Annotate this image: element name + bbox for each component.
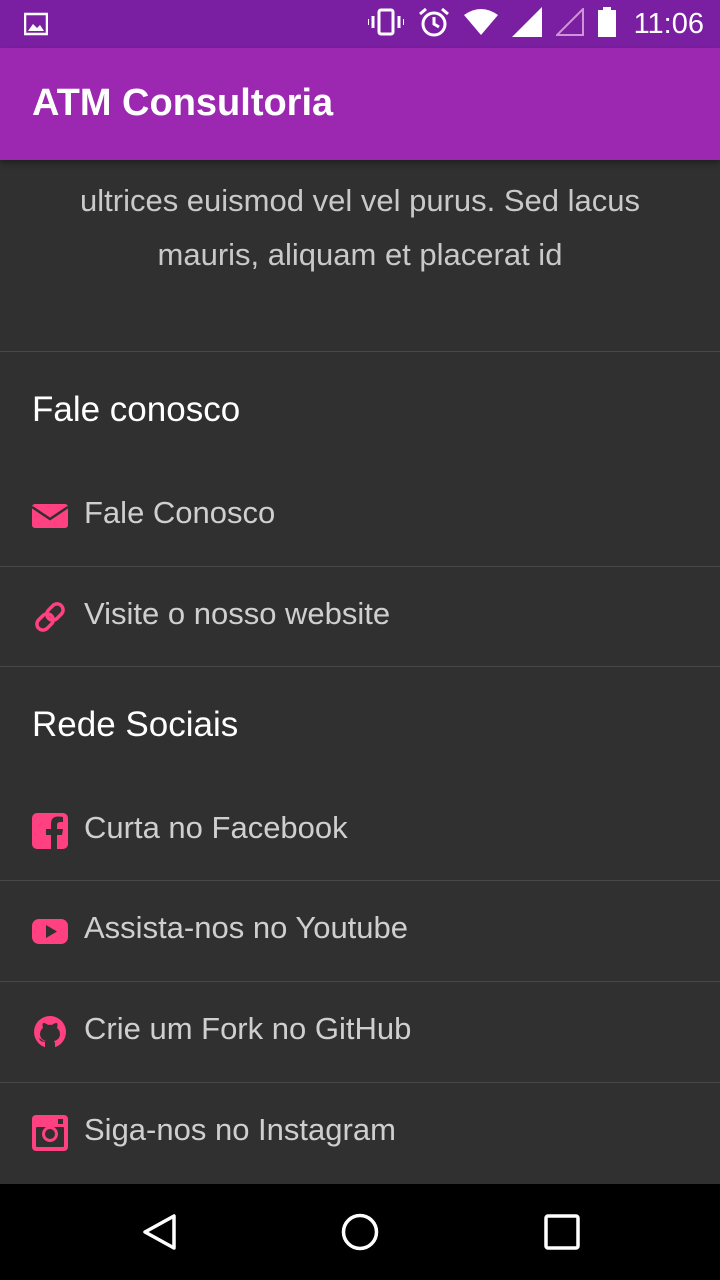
- description-line-2: mauris, aliquam et placerat id: [157, 237, 563, 272]
- description-text: ultrices euismod vel vel purus. Sed lacu…: [40, 174, 680, 282]
- description-line-1: ultrices euismod vel vel purus. Sed lacu…: [80, 183, 640, 218]
- status-icons: 11:06: [366, 0, 704, 48]
- vibrate-icon: [366, 8, 405, 40]
- status-time: 11:06: [633, 7, 704, 40]
- content-scroll[interactable]: ultrices euismod vel vel purus. Sed lacu…: [0, 160, 720, 1184]
- instagram-icon: [32, 1115, 68, 1151]
- home-icon[interactable]: [340, 1212, 380, 1252]
- divider: [0, 666, 720, 667]
- app-bar: ATM Consultoria: [0, 48, 720, 160]
- status-bar: 11:06: [0, 0, 720, 48]
- image-notification-icon: [23, 12, 49, 40]
- signal-empty-icon: [554, 6, 584, 40]
- wifi-icon: [463, 9, 498, 39]
- website-label: Visite o nosso website: [84, 596, 391, 631]
- github-label: Crie um Fork no GitHub: [84, 1011, 412, 1046]
- section-title-contact: Fale conosco: [32, 390, 241, 429]
- youtube-icon: [32, 913, 68, 949]
- facebook-icon: [32, 813, 68, 849]
- instagram-row[interactable]: Siga-nos no Instagram: [0, 1083, 720, 1183]
- github-icon: [32, 1014, 68, 1050]
- envelope-icon: [31, 498, 69, 534]
- facebook-row[interactable]: Curta no Facebook: [0, 781, 720, 881]
- instagram-label: Siga-nos no Instagram: [84, 1112, 396, 1147]
- github-row[interactable]: Crie um Fork no GitHub: [0, 982, 720, 1082]
- signal-icon: [511, 7, 542, 41]
- section-title-social: Rede Sociais: [32, 705, 239, 744]
- link-icon: [32, 599, 68, 635]
- battery-icon: [597, 7, 616, 41]
- navigation-bar: [0, 1184, 720, 1280]
- website-row[interactable]: Visite o nosso website: [0, 567, 720, 667]
- contact-us-label: Fale Conosco: [84, 495, 276, 530]
- back-icon[interactable]: [140, 1212, 180, 1252]
- contact-us-row[interactable]: Fale Conosco: [0, 466, 720, 566]
- facebook-label: Curta no Facebook: [84, 810, 348, 845]
- divider: [0, 351, 720, 352]
- alarm-icon: [418, 6, 450, 42]
- app-title: ATM Consultoria: [32, 82, 334, 124]
- youtube-label: Assista-nos no Youtube: [84, 910, 409, 945]
- recents-icon[interactable]: [542, 1212, 582, 1252]
- youtube-row[interactable]: Assista-nos no Youtube: [0, 881, 720, 981]
